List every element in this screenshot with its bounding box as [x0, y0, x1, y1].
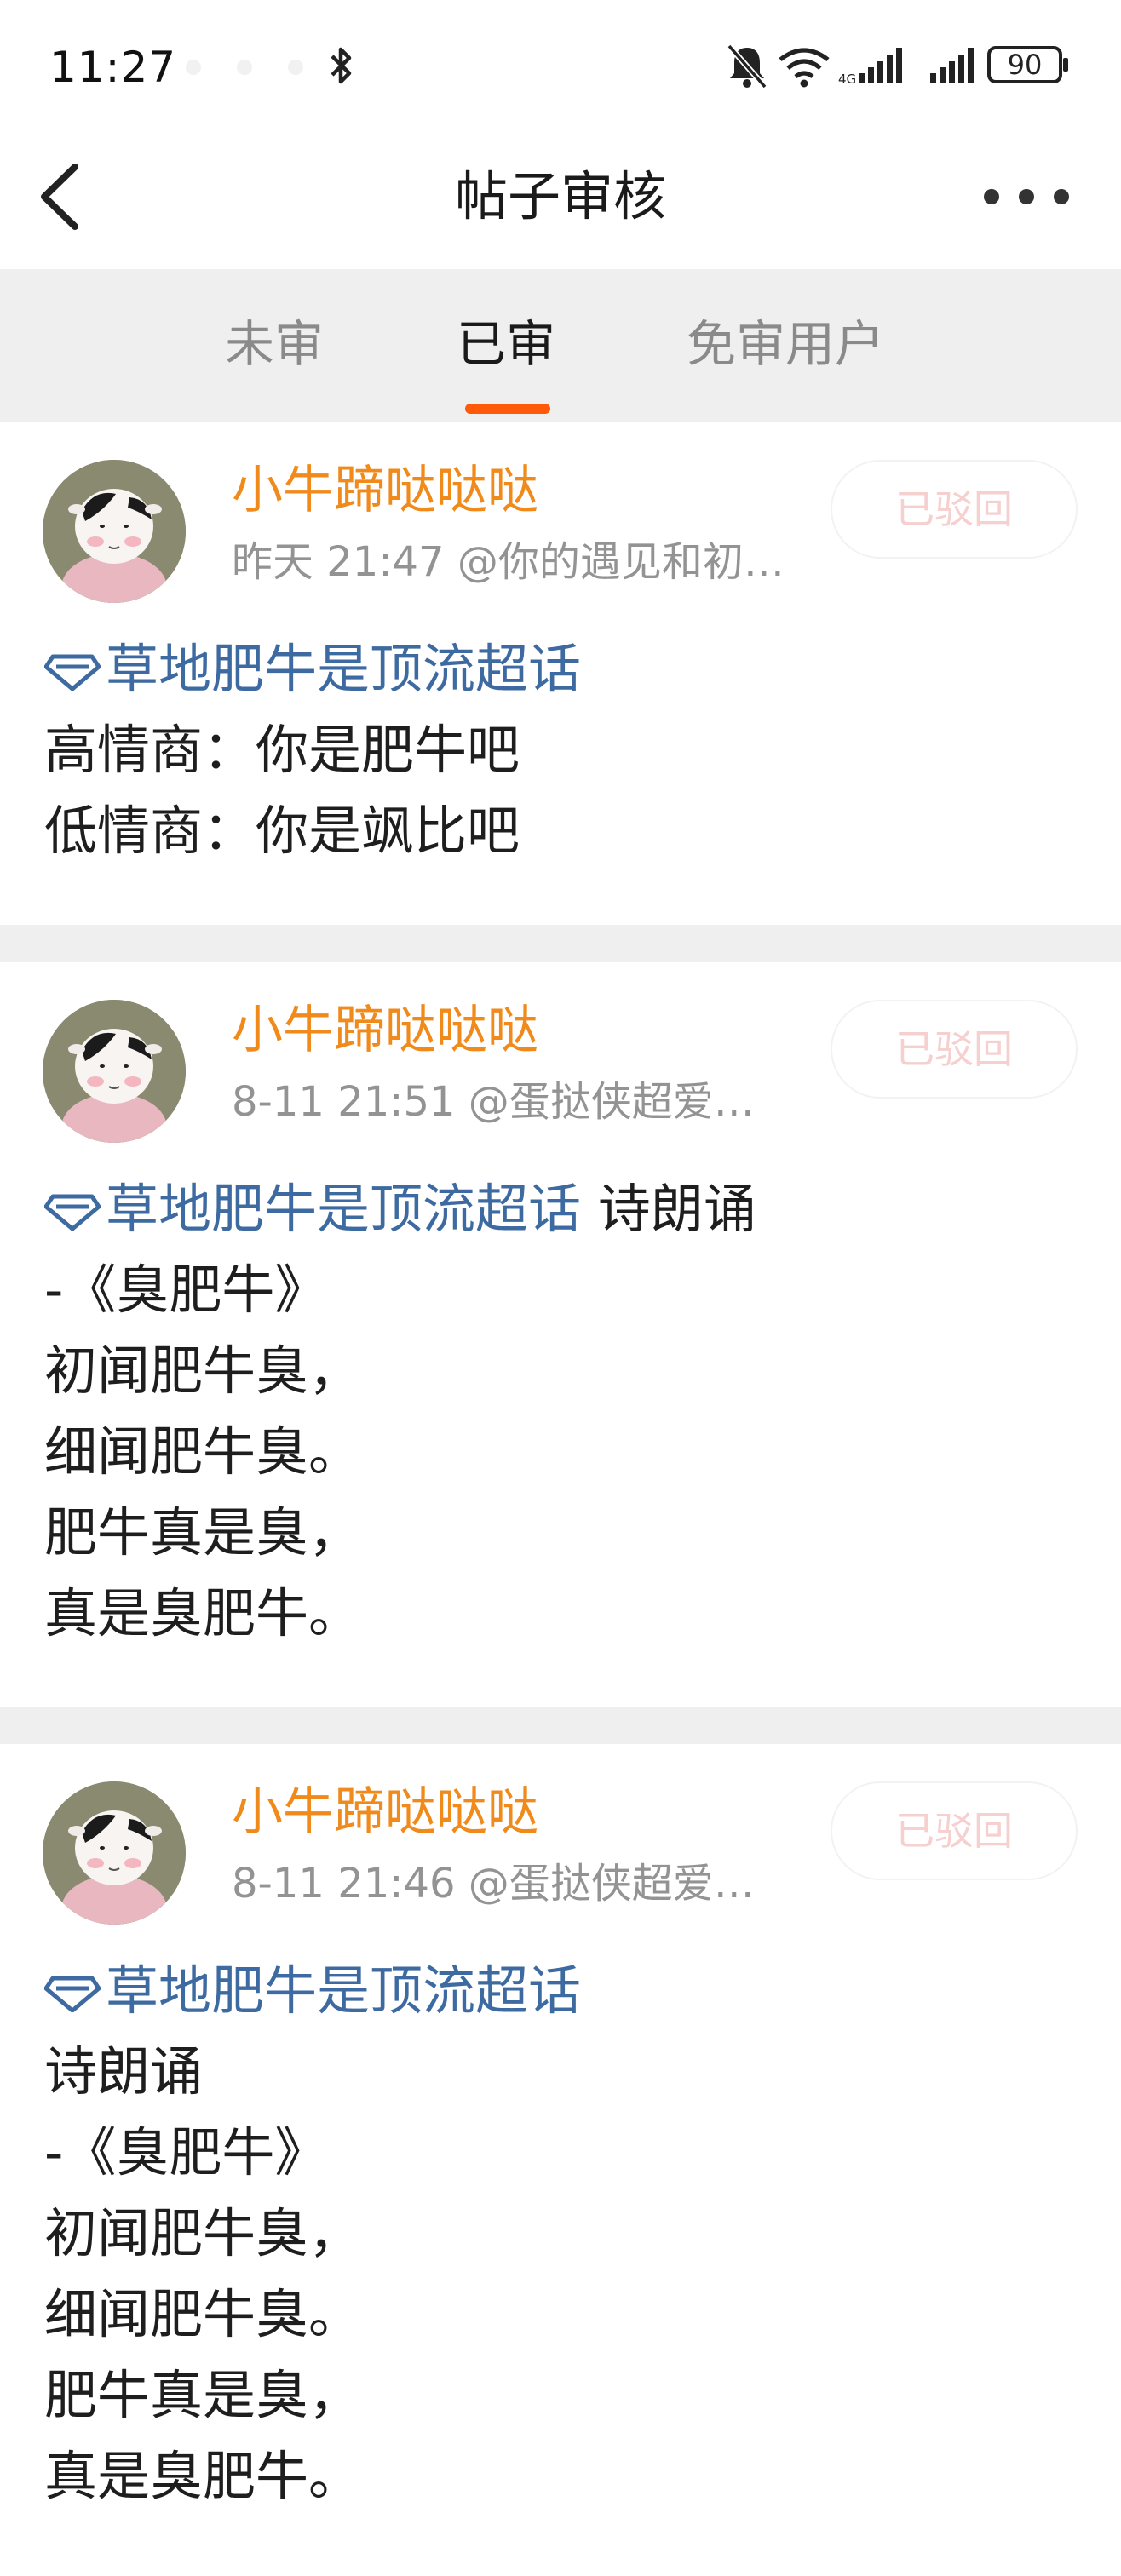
signal-icon — [930, 48, 974, 83]
cow-avatar-image — [43, 1781, 186, 1925]
post-card[interactable]: 小牛蹄哒哒哒 8-11 21:46 @蛋挞侠超爱吃… 已驳回 草地肥牛是顶流超话… — [0, 1744, 1121, 2576]
post-text-line: 细闻肥牛臭。 — [44, 2283, 362, 2345]
post-meta: 昨天 21:47 @你的遇见和初… — [232, 538, 785, 586]
post-text-line: 真是臭肥牛。 — [44, 2445, 362, 2507]
review-tabs: 未审 已审 免审用户 — [0, 269, 1121, 422]
post-content: 草地肥牛是顶流超话 诗朗诵 -《臭肥牛》 初闻肥牛臭， 细闻肥牛臭。 肥牛真是臭… — [44, 1168, 1092, 1654]
tab-exempt-users[interactable]: 免审用户 — [687, 310, 884, 378]
topic-suffix: 诗朗诵 — [581, 1178, 756, 1240]
post-text-line: 低情商：你是飒比吧 — [44, 800, 520, 862]
rejected-status-button[interactable]: 已驳回 — [831, 460, 1078, 559]
wifi-icon — [779, 48, 830, 88]
username[interactable]: 小牛蹄哒哒哒 — [232, 1776, 538, 1848]
rejected-status-button[interactable]: 已驳回 — [831, 1781, 1078, 1880]
status-time: 11:27 — [49, 43, 177, 92]
post-text-line: 初闻肥牛臭， — [44, 1340, 362, 1402]
post-card[interactable]: 小牛蹄哒哒哒 昨天 21:47 @你的遇见和初… 已驳回 草地肥牛是顶流超话 高… — [0, 422, 1121, 925]
username[interactable]: 小牛蹄哒哒哒 — [232, 455, 538, 526]
post-content: 草地肥牛是顶流超话 诗朗诵 -《臭肥牛》 初闻肥牛臭， 细闻肥牛臭。 肥牛真是臭… — [44, 1950, 1092, 2516]
status-bar: 11:27 4G 90 — [0, 0, 1121, 128]
post-text-line: 细闻肥牛臭。 — [44, 1420, 362, 1483]
post-card[interactable]: 小牛蹄哒哒哒 8-11 21:51 @蛋挞侠超爱吃… 已驳回 草地肥牛是顶流超话… — [0, 962, 1121, 1707]
super-topic-link[interactable]: 草地肥牛是顶流超话 — [106, 638, 581, 700]
post-text-line: 诗朗诵 — [44, 2040, 204, 2103]
post-content: 草地肥牛是顶流超话 高情商：你是肥牛吧 低情商：你是飒比吧 — [44, 628, 1092, 871]
more-options-icon[interactable] — [980, 175, 1073, 218]
rejected-status-button[interactable]: 已驳回 — [831, 1000, 1078, 1099]
post-text-line: 肥牛真是臭， — [44, 2364, 362, 2426]
super-topic-link[interactable]: 草地肥牛是顶流超话 — [106, 1178, 581, 1240]
mute-bell-icon — [727, 43, 767, 89]
tab-unreviewed[interactable]: 未审 — [225, 310, 324, 378]
signal-4g-icon: 4G — [838, 48, 902, 87]
super-topic-diamond-icon — [44, 1976, 101, 2012]
post-meta: 8-11 21:46 @蛋挞侠超爱吃… — [232, 1860, 794, 1908]
post-text-line: -《臭肥牛》 — [44, 2121, 328, 2183]
avatar[interactable] — [43, 460, 186, 603]
active-tab-indicator — [465, 404, 550, 414]
post-separator — [0, 1707, 1121, 1744]
battery-level: 90 — [1007, 49, 1043, 81]
post-text-line: 高情商：你是肥牛吧 — [44, 719, 520, 781]
bluetooth-icon — [331, 47, 352, 84]
super-topic-diamond-icon — [44, 654, 101, 691]
post-separator — [0, 925, 1121, 962]
super-topic-link[interactable]: 草地肥牛是顶流超话 — [106, 1959, 581, 2022]
nav-bar: 帖子审核 — [0, 128, 1121, 269]
svg-text:4G: 4G — [838, 72, 856, 87]
avatar[interactable] — [43, 1000, 186, 1143]
super-topic-diamond-icon — [44, 1194, 101, 1231]
post-meta: 8-11 21:51 @蛋挞侠超爱吃… — [232, 1078, 794, 1126]
avatar[interactable] — [43, 1781, 186, 1925]
post-text-line: 肥牛真是臭， — [44, 1501, 362, 1563]
post-text-line: -《臭肥牛》 — [44, 1259, 328, 1321]
username[interactable]: 小牛蹄哒哒哒 — [232, 995, 538, 1066]
post-text-line: 真是臭肥牛。 — [44, 1582, 362, 1644]
tab-reviewed[interactable]: 已审 — [457, 310, 555, 378]
post-text-line: 初闻肥牛臭， — [44, 2202, 362, 2264]
page-title: 帖子审核 — [454, 165, 666, 227]
cow-avatar-image — [43, 1000, 186, 1143]
cow-avatar-image — [43, 460, 186, 603]
